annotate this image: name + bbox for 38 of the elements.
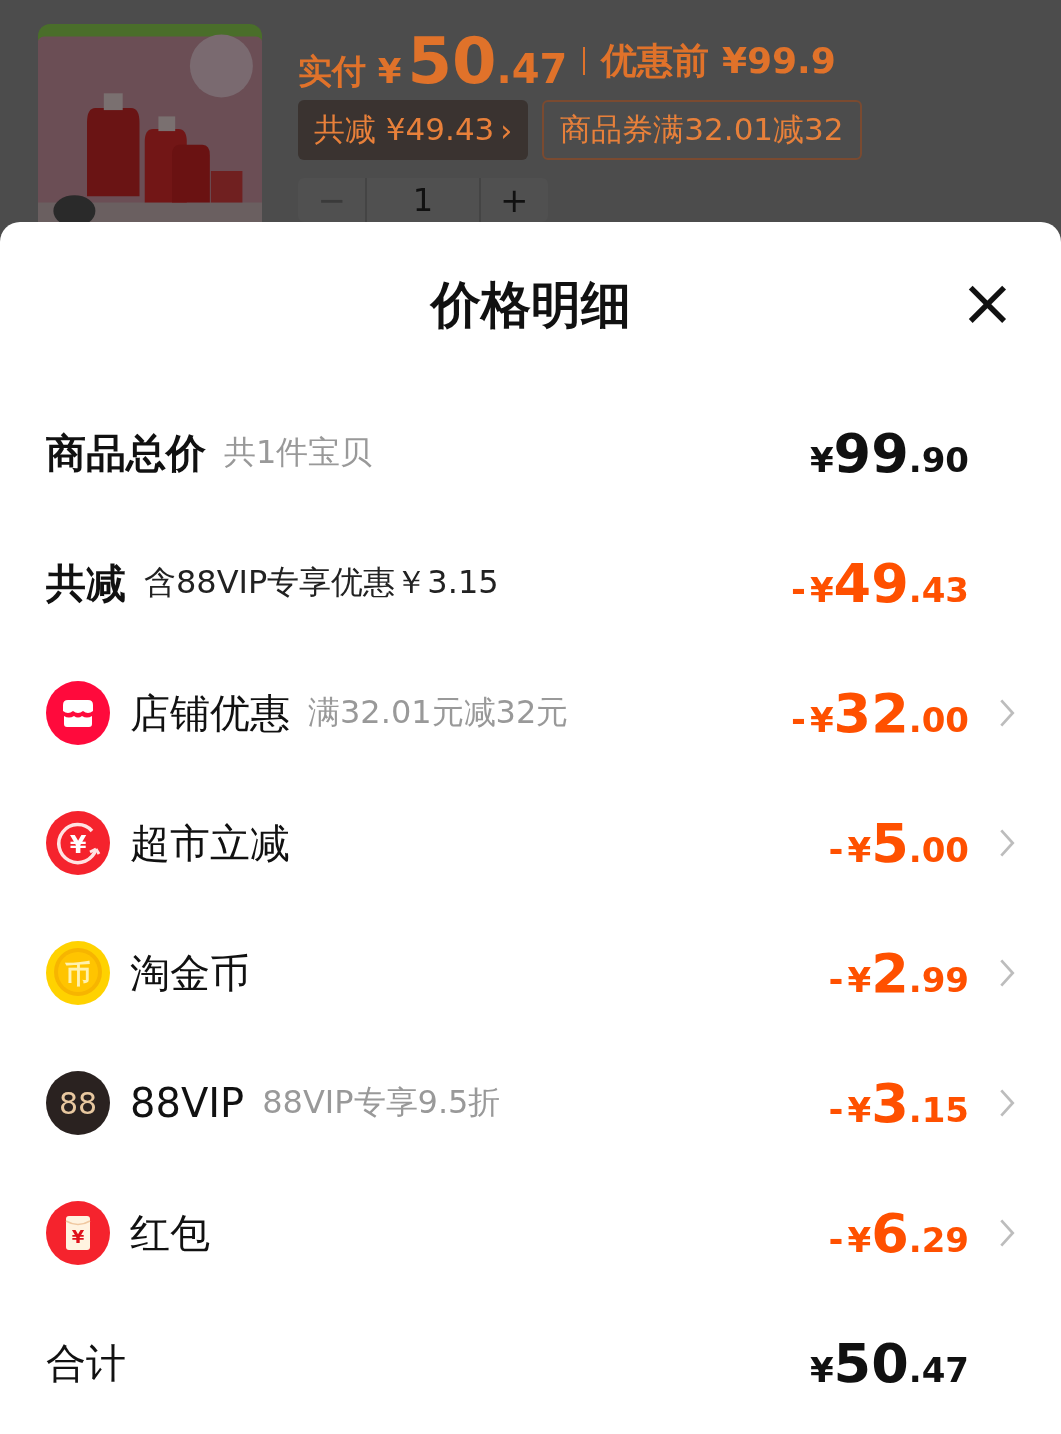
- chevron-right-icon[interactable]: [999, 698, 1015, 728]
- row-label: 淘金币: [130, 948, 250, 998]
- original-price: 优惠前 ¥99.9: [601, 38, 836, 83]
- coin-icon: 币: [46, 941, 110, 1005]
- chevron-right-icon[interactable]: [999, 1218, 1015, 1248]
- amount: -¥32.00: [791, 681, 969, 745]
- row-label: 红包: [130, 1208, 210, 1258]
- amount: -¥3.15: [828, 1071, 969, 1135]
- chevron-right-icon[interactable]: [999, 958, 1015, 988]
- paid-price: 实付 ¥50.47: [298, 24, 568, 98]
- yuan-coin-icon: ¥: [46, 811, 110, 875]
- row-note: 共1件宝贝: [224, 432, 373, 473]
- shop-icon: [46, 681, 110, 745]
- row-label: 超市立减: [130, 818, 290, 868]
- row-note: 88VIP专享9.5折: [262, 1082, 501, 1123]
- close-button[interactable]: ×: [959, 270, 1015, 336]
- coupon-tag: 商品券满32.01减32: [542, 100, 862, 160]
- amount: ¥50.47: [809, 1331, 969, 1395]
- row-label: 商品总价: [46, 428, 206, 478]
- row-note: 满32.01元减32元: [308, 692, 569, 733]
- amount: -¥6.29: [828, 1201, 969, 1265]
- chevron-right-icon[interactable]: [999, 1088, 1015, 1118]
- row-label: 共减: [46, 558, 126, 608]
- row-label: 合计: [46, 1338, 126, 1388]
- sheet-title: 价格明细: [430, 274, 631, 336]
- minus-button[interactable]: −: [298, 178, 366, 222]
- coupon-tag[interactable]: 共减 ¥49.43 ›: [298, 100, 529, 160]
- vip-badge-icon: 88: [46, 1071, 110, 1135]
- row-note: 含88VIP专享优惠￥3.15: [144, 562, 499, 603]
- amount: -¥5.00: [828, 811, 969, 875]
- amount: -¥49.43: [791, 551, 969, 615]
- amount: ¥99.90: [809, 421, 969, 485]
- chevron-right-icon[interactable]: [999, 828, 1015, 858]
- plus-button[interactable]: +: [480, 178, 548, 222]
- row-label: 店铺优惠: [130, 688, 290, 738]
- row-label: 88VIP: [130, 1080, 245, 1126]
- envelope-icon: ¥: [46, 1201, 110, 1265]
- amount: -¥2.99: [828, 941, 969, 1005]
